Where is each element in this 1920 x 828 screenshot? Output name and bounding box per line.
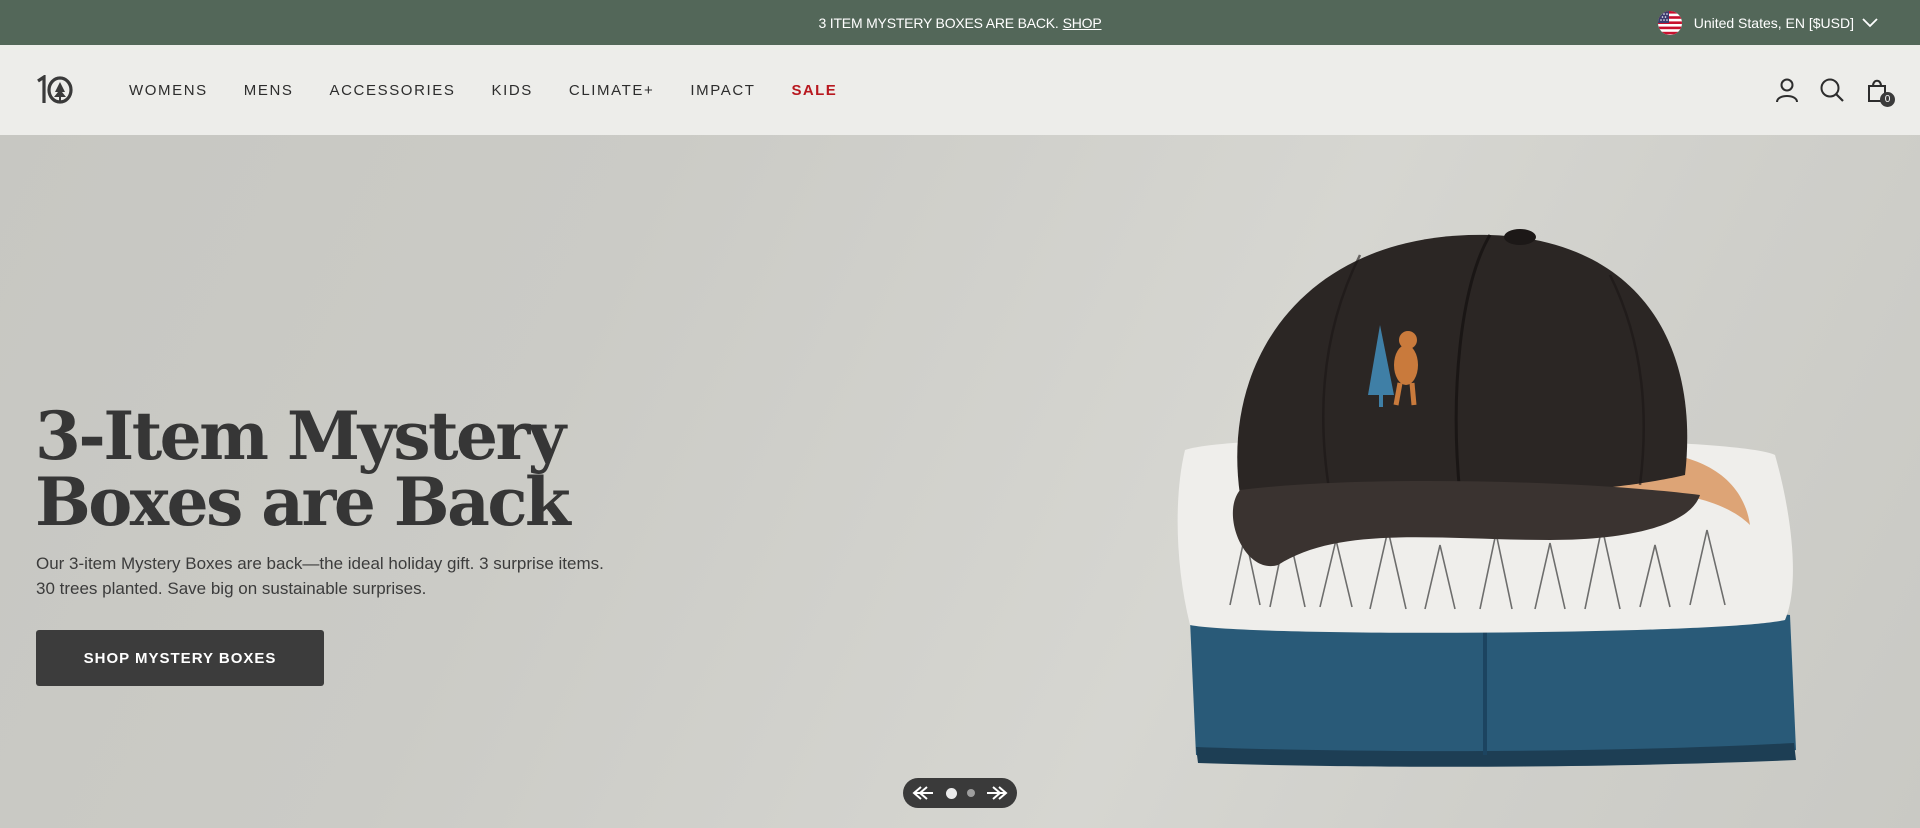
locale-selector[interactable]: United States, EN [$USD] [1657,0,1878,45]
hero-banner: 3-Item Mystery Boxes are Back Our 3-item… [0,135,1920,828]
nav-impact[interactable]: IMPACT [690,82,755,99]
cart-icon[interactable]: 0 [1864,77,1895,107]
slider-dots [941,787,980,799]
arrow-left-icon[interactable] [911,785,935,801]
hero-title: 3-Item Mystery Boxes are Back [35,397,571,541]
tentree-logo-icon[interactable] [35,74,75,105]
nav-womens[interactable]: WOMENS [129,82,208,99]
shop-mystery-boxes-button[interactable]: SHOP MYSTERY BOXES [36,630,324,686]
announcement-message: 3 ITEM MYSTERY BOXES ARE BACK. SHOP [0,0,1920,45]
announcement-shop-link[interactable]: SHOP [1063,15,1102,31]
hero-description: Our 3-item Mystery Boxes are back—the id… [36,554,604,598]
chevron-down-icon [1862,15,1878,31]
announcement-bar: 3 ITEM MYSTERY BOXES ARE BACK. SHOP Unit… [0,0,1920,45]
header-actions: 0 [1755,45,1895,135]
arrow-right-icon[interactable] [985,785,1009,801]
announcement-text: 3 ITEM MYSTERY BOXES ARE BACK. [818,14,1059,31]
slider-controls [903,778,1017,808]
nav-kids[interactable]: KIDS [491,82,532,99]
slider-dot-1[interactable] [945,787,957,799]
slider-dot-2[interactable] [966,789,975,797]
cart-count-badge: 0 [1880,92,1895,107]
nav-accessories[interactable]: ACCESSORIES [330,82,456,99]
main-nav: WOMENS MENS ACCESSORIES KIDS CLIMATE+ IM… [129,45,873,135]
locale-label: United States, EN [$USD] [1693,14,1854,31]
search-icon[interactable] [1819,77,1845,103]
site-header: WOMENS MENS ACCESSORIES KIDS CLIMATE+ IM… [0,45,1920,135]
nav-mens[interactable]: MENS [244,82,294,99]
us-flag-icon [1657,10,1682,35]
hero-product-image [1160,195,1820,815]
nav-sale[interactable]: SALE [792,82,838,99]
nav-climate-plus[interactable]: CLIMATE+ [569,82,654,99]
account-icon[interactable] [1774,77,1800,103]
